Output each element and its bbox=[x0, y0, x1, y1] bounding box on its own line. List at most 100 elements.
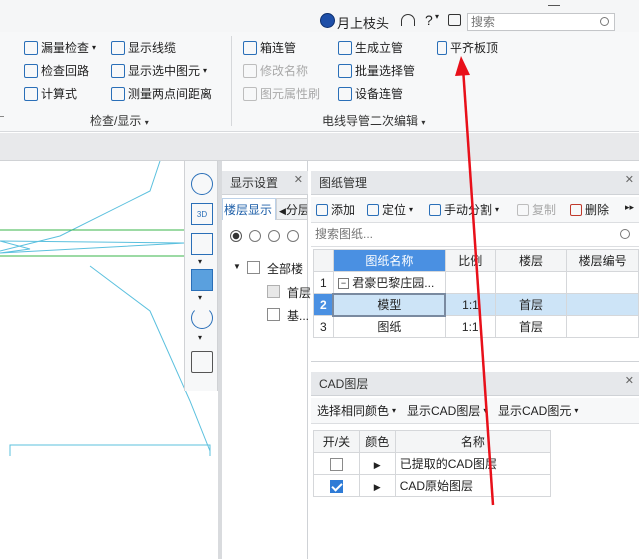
column-header[interactable]: 图纸名称 bbox=[332, 249, 446, 272]
cad-layer-table: 开/关 颜色 名称 ▶ 已提取的CAD图层 ▶ CAD原始图层 bbox=[313, 430, 552, 497]
layer-color-cell[interactable]: ▶ bbox=[358, 452, 396, 475]
add-drawing-button[interactable]: 添加 bbox=[316, 200, 355, 220]
show-selected-button[interactable]: 显示选中图元 ▾ bbox=[111, 61, 207, 81]
column-header[interactable]: 楼层编号 bbox=[566, 249, 639, 272]
drawing-toolbar: 添加 定位 ▾ 手动分割 ▾ 复制 删除 ▸▸ bbox=[311, 197, 639, 223]
box-to-pipe-button[interactable]: 箱连管 bbox=[243, 38, 296, 58]
help-icon[interactable]: ? bbox=[425, 12, 433, 28]
window-control-icon[interactable] bbox=[548, 0, 560, 6]
table-row[interactable]: ▶ CAD原始图层 bbox=[313, 474, 552, 497]
drawing-search-box[interactable] bbox=[311, 223, 639, 247]
rotate-icon[interactable] bbox=[191, 307, 213, 329]
tab-floor-display[interactable]: 楼层显示 bbox=[222, 198, 276, 220]
username[interactable]: 月上枝头 bbox=[337, 13, 389, 32]
checkbox-foundation[interactable] bbox=[267, 308, 280, 321]
device-to-pipe-button[interactable]: 设备连管 bbox=[338, 84, 403, 104]
layer-settings-icon[interactable] bbox=[191, 351, 213, 373]
display-settings-panel: 显示设置 ✕ 楼层显示 ◀分层 ▼ 全部楼 首层 基... bbox=[222, 161, 311, 559]
table-row[interactable]: 2 模型 1:1 首层 bbox=[313, 292, 639, 317]
show-cable-button[interactable]: 显示线缆 bbox=[111, 38, 176, 58]
drawing-name-cell[interactable]: 模型 bbox=[332, 292, 447, 317]
layer-toggle-cell[interactable] bbox=[313, 452, 360, 475]
layer-name-cell[interactable]: CAD原始图层 bbox=[394, 474, 552, 497]
column-header[interactable]: 楼层 bbox=[494, 249, 568, 272]
scale-cell[interactable] bbox=[444, 271, 496, 294]
user-avatar-icon[interactable] bbox=[320, 13, 335, 28]
drawing-search-input[interactable] bbox=[311, 223, 591, 245]
search-icon[interactable] bbox=[620, 229, 630, 239]
column-header[interactable]: 颜色 bbox=[358, 430, 396, 453]
column-header[interactable]: 比例 bbox=[444, 249, 496, 272]
layer-toggle-checkbox[interactable] bbox=[329, 457, 343, 471]
shirt-icon[interactable] bbox=[448, 14, 461, 26]
tab-layer[interactable]: ◀分层 bbox=[276, 198, 308, 220]
column-header[interactable]: 开/关 bbox=[313, 430, 360, 453]
close-icon[interactable]: ✕ bbox=[625, 168, 634, 192]
check-display-group-label[interactable]: 检查/显示 ▾ bbox=[90, 112, 149, 129]
layer-color-cell[interactable]: ▶ bbox=[358, 474, 396, 497]
more-tools-icon[interactable]: ▸▸ bbox=[625, 202, 634, 213]
floor-code-cell[interactable] bbox=[566, 293, 639, 316]
help-dropdown-icon[interactable]: ▾ bbox=[435, 12, 439, 21]
formula-button[interactable]: 计算式 bbox=[24, 84, 77, 104]
layer-toggle-cell[interactable] bbox=[313, 474, 360, 497]
view-3d-icon[interactable]: 3D bbox=[191, 203, 213, 225]
property-brush-button[interactable]: 图元属性刷 bbox=[243, 84, 320, 104]
leak-check-button[interactable]: 漏量检查 ▾ bbox=[24, 38, 96, 58]
batch-select-pipe-button[interactable]: 批量选择管 bbox=[338, 61, 415, 81]
copy-button[interactable]: 复制 bbox=[517, 200, 556, 220]
close-icon[interactable]: ✕ bbox=[625, 369, 634, 393]
radio-icon[interactable] bbox=[249, 230, 261, 242]
pipe-edit-group-label[interactable]: 电线导管二次编辑 ▾ bbox=[322, 112, 425, 129]
check-loop-button[interactable]: 检查回路 bbox=[24, 61, 89, 81]
expand-arrow-icon[interactable]: ▼ bbox=[233, 262, 241, 271]
table-row[interactable]: 3 图纸 1:1 首层 bbox=[313, 315, 639, 338]
manual-split-button[interactable]: 手动分割 ▾ bbox=[429, 200, 499, 220]
show-cad-layer-button[interactable]: 显示CAD图层 ▾ bbox=[407, 401, 487, 421]
checkbox-all-floors[interactable] bbox=[247, 261, 260, 274]
column-header[interactable]: 名称 bbox=[394, 430, 552, 453]
rename-button[interactable]: 修改名称 bbox=[243, 61, 308, 81]
radio-icon[interactable] bbox=[268, 230, 280, 242]
tab-prev-icon[interactable]: ◀ bbox=[279, 206, 286, 216]
floor-cell[interactable]: 首层 bbox=[494, 315, 568, 338]
solid-cube-icon[interactable] bbox=[191, 269, 213, 291]
floor-code-cell[interactable] bbox=[566, 271, 639, 294]
floor-code-cell[interactable] bbox=[566, 315, 639, 338]
layer-name-cell[interactable]: 已提取的CAD图层 bbox=[394, 452, 552, 475]
rotate-dropdown-icon[interactable]: ▾ bbox=[198, 333, 202, 342]
search-box[interactable] bbox=[467, 13, 615, 31]
orbit-icon[interactable] bbox=[191, 173, 213, 195]
copy-icon bbox=[517, 204, 529, 216]
table-row[interactable]: ▶ 已提取的CAD图层 bbox=[313, 452, 552, 475]
tree-item-foundation: 基... bbox=[287, 309, 310, 323]
drawing-name-cell[interactable]: − 君豪巴黎庄园... bbox=[332, 271, 446, 294]
floor-cell[interactable]: 首层 bbox=[494, 293, 568, 316]
locate-button[interactable]: 定位 ▾ bbox=[367, 200, 413, 220]
table-row[interactable]: 1 − 君豪巴黎庄园... bbox=[313, 271, 639, 294]
cad-layers-header: CAD图层 ✕ bbox=[311, 372, 639, 396]
drawing-table: 图纸名称 比例 楼层 楼层编号 1 − 君豪巴黎庄园... 2 模型 1:1 首… bbox=[313, 249, 639, 338]
align-slab-top-button[interactable]: 平齐板顶 bbox=[437, 38, 498, 58]
solid-cube-dropdown-icon[interactable]: ▾ bbox=[198, 293, 202, 302]
delete-button[interactable]: 删除 bbox=[570, 200, 609, 220]
search-icon[interactable] bbox=[600, 17, 609, 26]
show-cad-element-button[interactable]: 显示CAD图元 ▾ bbox=[498, 401, 578, 421]
radio-icon[interactable] bbox=[287, 230, 299, 242]
collapse-icon[interactable]: − bbox=[337, 278, 349, 290]
select-same-color-button[interactable]: 选择相同颜色 ▾ bbox=[317, 401, 396, 421]
measure-distance-button[interactable]: 测量两点间距离 bbox=[111, 84, 212, 104]
scale-cell[interactable]: 1:1 bbox=[444, 315, 496, 338]
floor-cell[interactable] bbox=[494, 271, 568, 294]
search-input[interactable] bbox=[468, 14, 588, 30]
headset-icon[interactable] bbox=[401, 14, 415, 26]
cube-view-icon[interactable] bbox=[191, 233, 213, 255]
close-icon[interactable]: ✕ bbox=[294, 168, 303, 192]
cube-view-dropdown-icon[interactable]: ▾ bbox=[198, 257, 202, 266]
checkbox-first-floor[interactable] bbox=[267, 285, 280, 298]
radio-selected-icon[interactable] bbox=[230, 230, 242, 242]
scale-cell[interactable]: 1:1 bbox=[444, 293, 496, 316]
drawing-name-cell[interactable]: 图纸 bbox=[332, 315, 446, 338]
generate-riser-button[interactable]: 生成立管 bbox=[338, 38, 403, 58]
layer-toggle-checkbox[interactable] bbox=[329, 479, 343, 493]
